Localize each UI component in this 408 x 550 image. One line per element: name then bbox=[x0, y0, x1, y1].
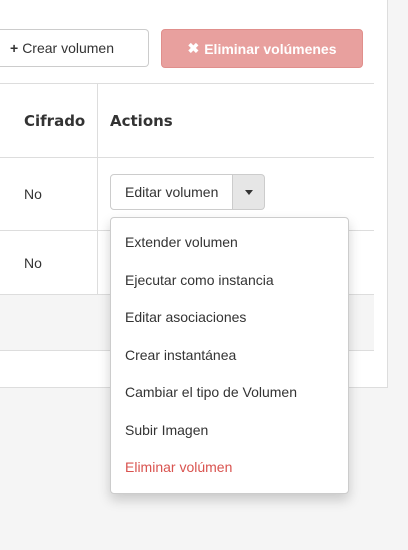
menu-item-extend-volume[interactable]: Extender volumen bbox=[111, 224, 348, 262]
create-volume-label: Crear volumen bbox=[22, 40, 115, 56]
create-volume-button[interactable]: + Crear volumen bbox=[0, 29, 149, 67]
column-divider bbox=[97, 158, 98, 230]
header-encrypted[interactable]: Cifrado bbox=[24, 112, 85, 130]
delete-volumes-label: Eliminar volúmenes bbox=[204, 40, 337, 57]
menu-item-delete-volume[interactable]: Eliminar volúmen bbox=[111, 449, 348, 487]
table-header-row: Cifrado Actions bbox=[0, 84, 374, 158]
menu-item-launch-as-instance[interactable]: Ejecutar como instancia bbox=[111, 262, 348, 300]
column-divider bbox=[97, 231, 98, 294]
header-actions: Actions bbox=[110, 111, 173, 130]
menu-item-change-volume-type[interactable]: Cambiar el tipo de Volumen bbox=[111, 374, 348, 412]
menu-item-edit-attachments[interactable]: Editar asociaciones bbox=[111, 299, 348, 337]
menu-item-upload-image[interactable]: Subir Imagen bbox=[111, 412, 348, 450]
menu-item-create-snapshot[interactable]: Crear instantánea bbox=[111, 337, 348, 375]
delete-volumes-button[interactable]: ✖ Eliminar volúmenes bbox=[161, 29, 363, 68]
caret-down-icon bbox=[244, 189, 253, 195]
column-divider bbox=[97, 84, 98, 157]
edit-volume-button[interactable]: Editar volumen bbox=[110, 174, 234, 210]
encrypted-value: No bbox=[24, 186, 42, 202]
actions-dropdown-menu: Extender volumen Ejecutar como instancia… bbox=[110, 217, 349, 494]
actions-dropdown-toggle[interactable] bbox=[233, 174, 266, 210]
plus-icon: + bbox=[10, 40, 19, 56]
x-icon: ✖ bbox=[187, 40, 200, 56]
row-actions-split-button: Editar volumen bbox=[110, 174, 266, 210]
encrypted-value: No bbox=[24, 254, 42, 271]
